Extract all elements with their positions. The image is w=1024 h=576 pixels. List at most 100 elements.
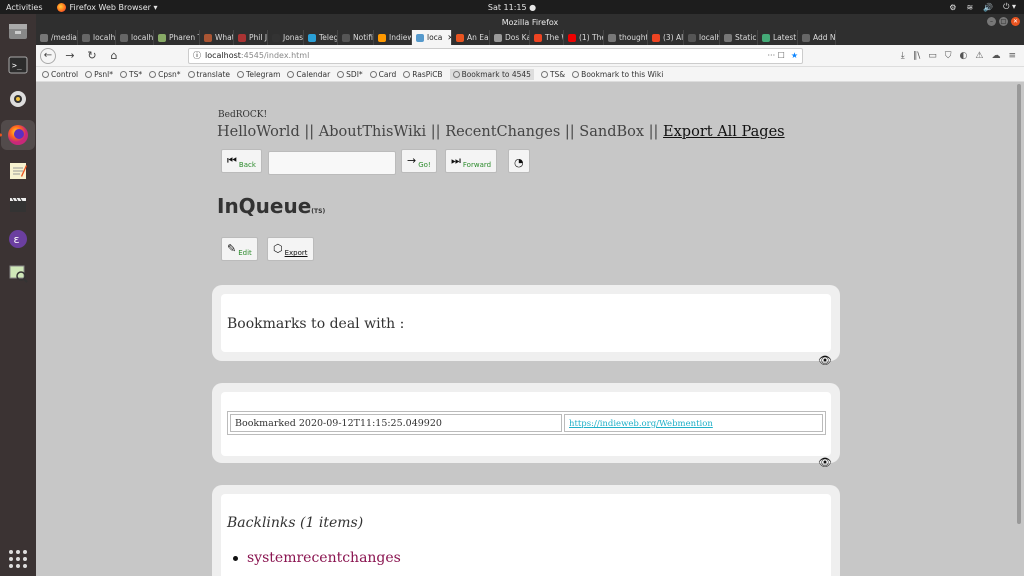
back-arrow-icon[interactable]: ← xyxy=(40,47,56,64)
nav-link-aboutthiswiki[interactable]: AboutThisWiki xyxy=(319,124,426,140)
reload-icon[interactable]: ↻ xyxy=(84,49,100,62)
bookmark-link[interactable]: https://indieweb.org/Webmention xyxy=(569,419,713,429)
menu-icon[interactable]: ≡ xyxy=(1008,51,1016,61)
bookmark-item[interactable]: Telegram xyxy=(237,70,280,79)
bookmark-item[interactable]: Control xyxy=(42,70,78,79)
export-all-pages-link[interactable]: Export All Pages xyxy=(663,124,785,140)
tab-favicon-icon xyxy=(568,33,576,42)
tab-favicon-icon xyxy=(204,33,212,42)
tab[interactable]: localh xyxy=(78,30,116,45)
bookmark-item[interactable]: TS& xyxy=(540,70,565,79)
tab[interactable]: (3) All xyxy=(648,30,684,45)
export-button-label: Export xyxy=(284,249,308,257)
tab[interactable]: /media/pi xyxy=(36,30,78,45)
home-icon[interactable]: ⌂ xyxy=(106,49,122,62)
tab[interactable]: localh xyxy=(116,30,154,45)
power-icon[interactable]: ⏻ ▾ xyxy=(1003,2,1016,12)
forward-arrow-icon[interactable]: → xyxy=(62,49,78,62)
bookmark-item[interactable]: Psnl* xyxy=(85,70,113,79)
go-button[interactable]: → Go! xyxy=(401,149,437,173)
sync-icon[interactable]: ☁ xyxy=(991,51,1000,61)
bookmark-item[interactable]: Bookmark to 4545 xyxy=(449,68,534,80)
nav-link-recentchanges[interactable]: RecentChanges xyxy=(445,124,560,140)
bookmark-label: Bookmark to this Wiki xyxy=(581,69,664,79)
edit-button[interactable]: ✎ Edit xyxy=(221,237,258,261)
tab[interactable]: localh xyxy=(684,30,720,45)
close-window-button[interactable]: ✕ xyxy=(1011,17,1020,26)
library-icon[interactable]: ∥\ xyxy=(913,51,921,61)
tab[interactable]: An Ea xyxy=(452,30,490,45)
url-bar[interactable]: ⓘ localhost:4545/index.html ··· ☐ ★ xyxy=(188,47,803,64)
tab-favicon-icon xyxy=(378,33,386,42)
downloads-icon[interactable]: ⤓ xyxy=(901,51,905,61)
bookmark-item[interactable]: Card xyxy=(369,70,396,79)
tab[interactable]: Add New xyxy=(798,30,836,45)
app-menu[interactable]: Firefox Web Browser ▾ xyxy=(56,2,157,12)
rss-button[interactable]: ◔ xyxy=(508,149,530,173)
tab-favicon-icon xyxy=(724,33,732,42)
terminal-app-icon[interactable]: >_ xyxy=(5,52,31,78)
extension-icon[interactable]: ◐ xyxy=(960,51,968,61)
bookmark-item[interactable]: RasPiCB xyxy=(403,70,443,79)
warning-icon[interactable]: ⚠ xyxy=(975,51,983,61)
system-tray[interactable]: ⚙ ≋ 🔊 ⏻ ▾ xyxy=(949,0,1016,14)
back-button[interactable]: ⏮ Back xyxy=(221,149,262,173)
tab[interactable]: Jonas xyxy=(268,30,304,45)
bookmark-item[interactable]: SDI* xyxy=(337,70,363,79)
text-editor-app-icon[interactable] xyxy=(5,158,31,184)
tab[interactable]: Notifi xyxy=(338,30,374,45)
webcam-app-icon[interactable] xyxy=(5,86,31,112)
tab[interactable]: thoughts xyxy=(604,30,648,45)
settings-icon[interactable]: ⚙ xyxy=(949,3,956,12)
bookmark-item[interactable]: TS* xyxy=(120,70,142,79)
firefox-app-icon[interactable] xyxy=(0,120,35,150)
tab[interactable]: Dos Ka xyxy=(490,30,530,45)
eye-icon[interactable]: 👁 xyxy=(818,354,832,367)
tab[interactable]: Phil Jo xyxy=(234,30,268,45)
bookmark-star-icon[interactable]: ★ xyxy=(791,51,798,60)
tab-active[interactable]: loca✕ xyxy=(412,30,452,45)
bookmark-item[interactable]: Bookmark to this Wiki xyxy=(572,70,663,79)
nav-link-helloworld[interactable]: HelloWorld xyxy=(217,124,300,140)
scrollbar[interactable] xyxy=(1014,82,1024,576)
tab[interactable]: Static xyxy=(720,30,758,45)
nav-link-sandbox[interactable]: SandBox xyxy=(579,124,644,140)
export-button[interactable]: ⬡ Export xyxy=(267,237,314,261)
tab[interactable]: Teleg xyxy=(304,30,338,45)
network-icon[interactable]: ≋ xyxy=(966,3,973,12)
emacs-app-icon[interactable]: ε xyxy=(5,226,31,252)
window-titlebar[interactable]: Mozilla Firefox – □ ✕ xyxy=(36,14,1024,30)
bookmark-item[interactable]: translate xyxy=(187,70,230,79)
go-button-label: Go! xyxy=(418,161,431,169)
activities-button[interactable]: Activities xyxy=(6,3,43,12)
tab-favicon-icon xyxy=(534,33,542,42)
globe-icon xyxy=(337,70,345,78)
tab-favicon-icon xyxy=(238,33,246,42)
tab[interactable]: The W xyxy=(530,30,564,45)
tab-label: localh xyxy=(93,33,116,42)
search-input[interactable] xyxy=(268,151,396,175)
video-app-icon[interactable] xyxy=(5,192,31,218)
maximize-button[interactable]: □ xyxy=(999,17,1008,26)
tab[interactable]: Pharen Tu xyxy=(154,30,200,45)
sidebar-icon[interactable]: ▭ xyxy=(928,51,937,61)
volume-icon[interactable]: 🔊 xyxy=(983,3,993,12)
minimize-button[interactable]: – xyxy=(987,17,996,26)
tab[interactable]: What xyxy=(200,30,234,45)
tab[interactable]: Indiew xyxy=(374,30,412,45)
navigation-toolbar: ← → ↻ ⌂ ⓘ localhost:4545/index.html ··· … xyxy=(36,45,1024,67)
shield-icon[interactable]: ⛉ xyxy=(945,51,952,61)
scrollbar-thumb[interactable] xyxy=(1017,84,1021,524)
page-actions-icon[interactable]: ··· ☐ xyxy=(767,51,784,60)
bookmark-item[interactable]: Calendar xyxy=(287,70,330,79)
image-viewer-app-icon[interactable] xyxy=(5,260,31,286)
show-applications-icon[interactable] xyxy=(9,550,27,568)
tab[interactable]: Latest xyxy=(758,30,798,45)
tab[interactable]: (1) The xyxy=(564,30,604,45)
eye-icon[interactable]: 👁 xyxy=(818,456,832,469)
forward-button[interactable]: ⏭ Forward xyxy=(445,149,498,173)
site-info-icon[interactable]: ⓘ xyxy=(193,50,201,61)
bookmark-item[interactable]: Cpsn* xyxy=(149,70,181,79)
backlink-link[interactable]: systemrecentchanges xyxy=(247,550,401,566)
files-app-icon[interactable] xyxy=(5,18,31,44)
